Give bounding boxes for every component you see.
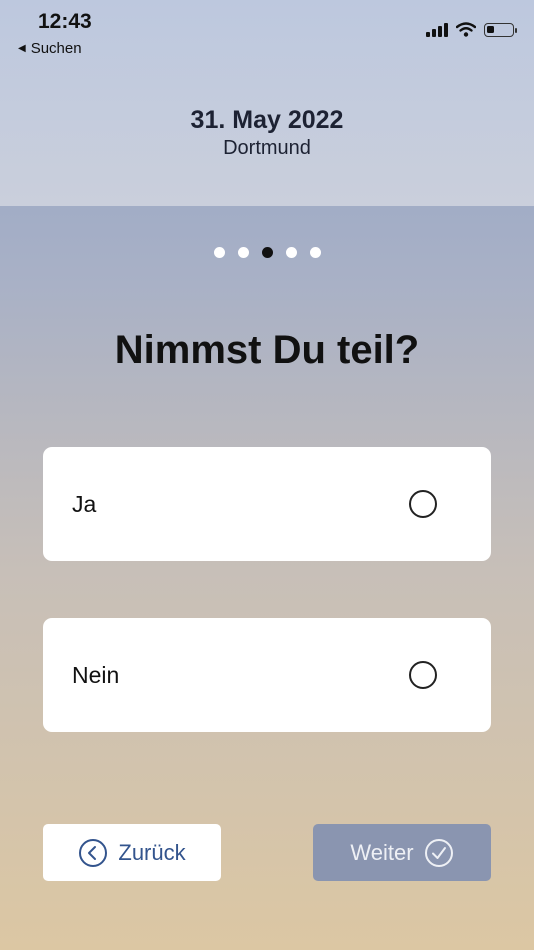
event-location: Dortmund <box>223 137 311 159</box>
option-label: Ja <box>72 490 97 517</box>
step-dot <box>237 247 249 258</box>
step-indicator <box>0 247 534 258</box>
step-dot <box>213 247 225 258</box>
next-button[interactable]: Weiter <box>313 824 491 881</box>
option-label: Nein <box>72 661 120 688</box>
event-date: 31. May 2022 <box>190 106 344 134</box>
wifi-icon <box>456 22 476 37</box>
back-button[interactable]: Zurück <box>43 824 221 881</box>
status-icons <box>426 22 517 37</box>
step-dot <box>309 247 321 258</box>
status-time: 12:43 <box>38 10 92 33</box>
checkmark-circle-icon <box>424 838 453 867</box>
option-ja[interactable]: Ja <box>43 447 491 561</box>
back-triangle-icon: ◀ <box>18 43 26 54</box>
step-dot-active <box>261 247 273 258</box>
battery-level <box>487 25 494 33</box>
radio-button[interactable] <box>409 661 437 689</box>
chevron-left-circle-icon <box>79 838 108 867</box>
question-title: Nimmst Du teil? <box>114 328 420 372</box>
next-button-label: Weiter <box>350 839 414 865</box>
header: 12:43 ◀ Suchen 31. May 2022 Dortmund <box>0 0 534 206</box>
option-nein[interactable]: Nein <box>43 618 491 732</box>
radio-button[interactable] <box>409 490 437 518</box>
cellular-signal-icon <box>426 22 448 37</box>
back-to-search-link[interactable]: ◀ Suchen <box>18 40 82 57</box>
step-dot <box>285 247 297 258</box>
back-button-label: Zurück <box>118 839 186 865</box>
back-link-label: Suchen <box>30 40 82 57</box>
battery-icon <box>484 22 517 37</box>
